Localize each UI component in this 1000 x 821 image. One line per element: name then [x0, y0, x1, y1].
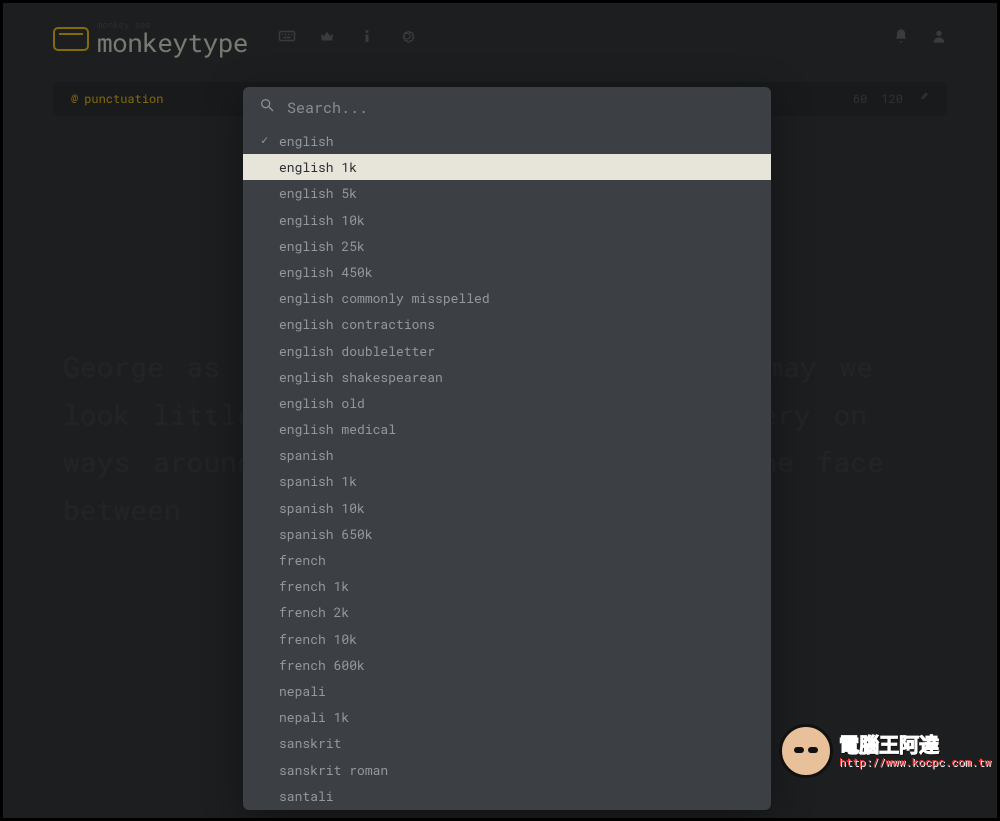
language-option[interactable]: spanish 10k [243, 495, 771, 521]
watermark-face-icon [779, 724, 833, 778]
language-option[interactable]: english 5k [243, 180, 771, 206]
language-option[interactable]: azerbaijani [243, 809, 771, 810]
language-option[interactable]: english doubleletter [243, 338, 771, 364]
language-option[interactable]: spanish 650k [243, 521, 771, 547]
search-icon [259, 97, 275, 118]
language-option[interactable]: french [243, 547, 771, 573]
language-option[interactable]: english shakespearean [243, 364, 771, 390]
language-option[interactable]: english 10k [243, 207, 771, 233]
language-option[interactable]: french 2k [243, 599, 771, 625]
language-option[interactable]: english [243, 128, 771, 154]
language-option[interactable]: english contractions [243, 311, 771, 337]
language-option[interactable]: french 600k [243, 652, 771, 678]
language-option[interactable]: nepali [243, 678, 771, 704]
language-palette: englishenglish 1kenglish 5kenglish 10ken… [243, 87, 771, 810]
language-option[interactable]: french 10k [243, 626, 771, 652]
language-option[interactable]: english old [243, 390, 771, 416]
language-option[interactable]: english commonly misspelled [243, 285, 771, 311]
language-option[interactable]: santali [243, 783, 771, 809]
watermark-title: 電腦王阿達 [839, 734, 991, 756]
language-option[interactable]: sanskrit roman [243, 757, 771, 783]
palette-search-row [243, 87, 771, 128]
language-option[interactable]: english medical [243, 416, 771, 442]
language-option[interactable]: spanish 1k [243, 468, 771, 494]
watermark-url: http://www.kocpc.com.tw [839, 756, 991, 768]
language-option[interactable]: nepali 1k [243, 704, 771, 730]
language-option[interactable]: french 1k [243, 573, 771, 599]
language-option[interactable]: sanskrit [243, 730, 771, 756]
search-input[interactable] [287, 98, 755, 118]
watermark: 電腦王阿達 http://www.kocpc.com.tw [779, 724, 991, 778]
language-list: englishenglish 1kenglish 5kenglish 10ken… [243, 128, 771, 810]
language-option[interactable]: english 1k [243, 154, 771, 180]
language-option[interactable]: english 450k [243, 259, 771, 285]
language-option[interactable]: english 25k [243, 233, 771, 259]
language-option[interactable]: spanish [243, 442, 771, 468]
